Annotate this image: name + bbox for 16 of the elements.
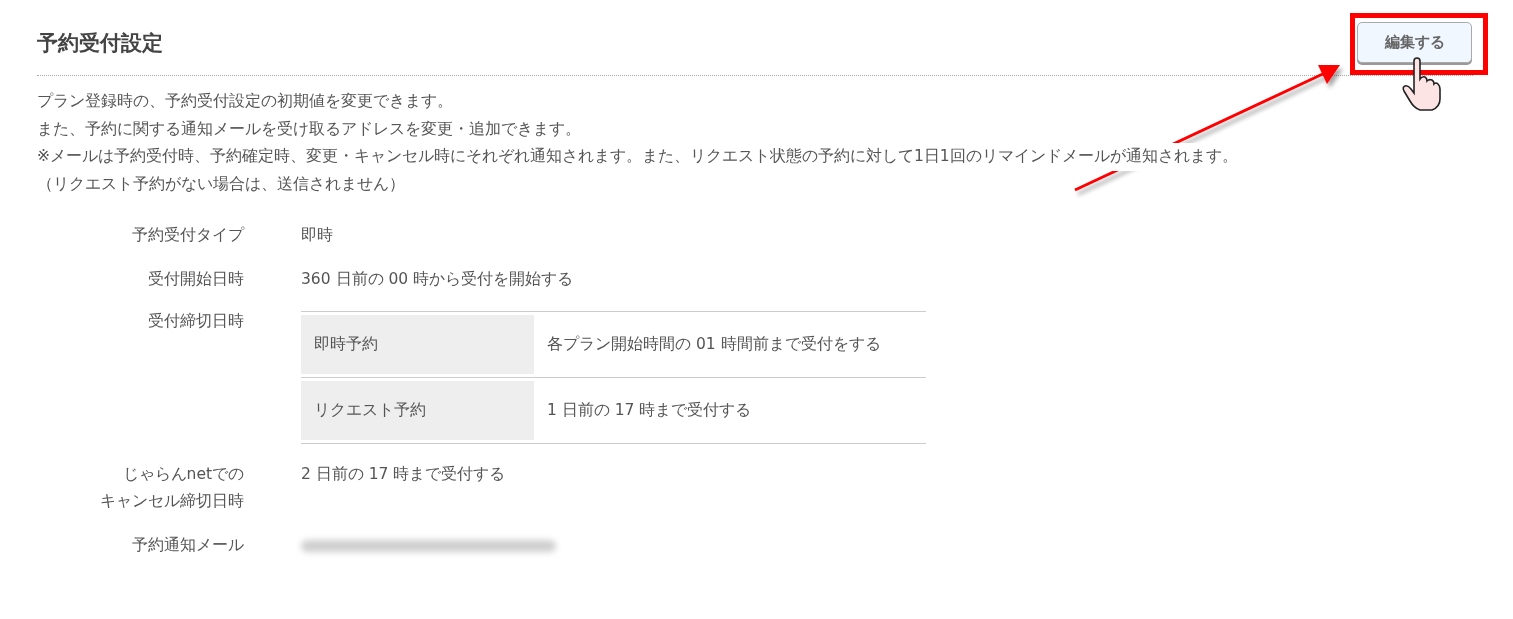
field-value: 2 日前の 17 時まで受付する [301,464,506,485]
table-cell-text: 1 日前の 17 時まで受付する [546,400,753,421]
table-cell-text: 各プラン開始時間の 01 時間前まで受付をする [546,334,882,355]
field-label: 予約受付タイプ [131,225,244,246]
table-header-cell: 即時予約 [301,315,534,374]
field-label: 受付開始日時 [147,269,244,290]
field-value: 即時 [301,225,333,246]
edit-button[interactable]: 編集する [1357,22,1472,63]
field-label: じゃらんnetでの [121,464,244,485]
field-value: 360 日前の 00 時から受付を開始する [301,269,574,290]
section-title: 予約受付設定 [37,29,163,57]
hand-cursor-icon [1402,57,1442,113]
field-label: 受付締切日時 [147,311,244,332]
field-label: キャンセル締切日時 [99,491,244,512]
field-label: 予約通知メール [131,535,244,556]
table-header-cell: リクエスト予約 [301,381,534,440]
